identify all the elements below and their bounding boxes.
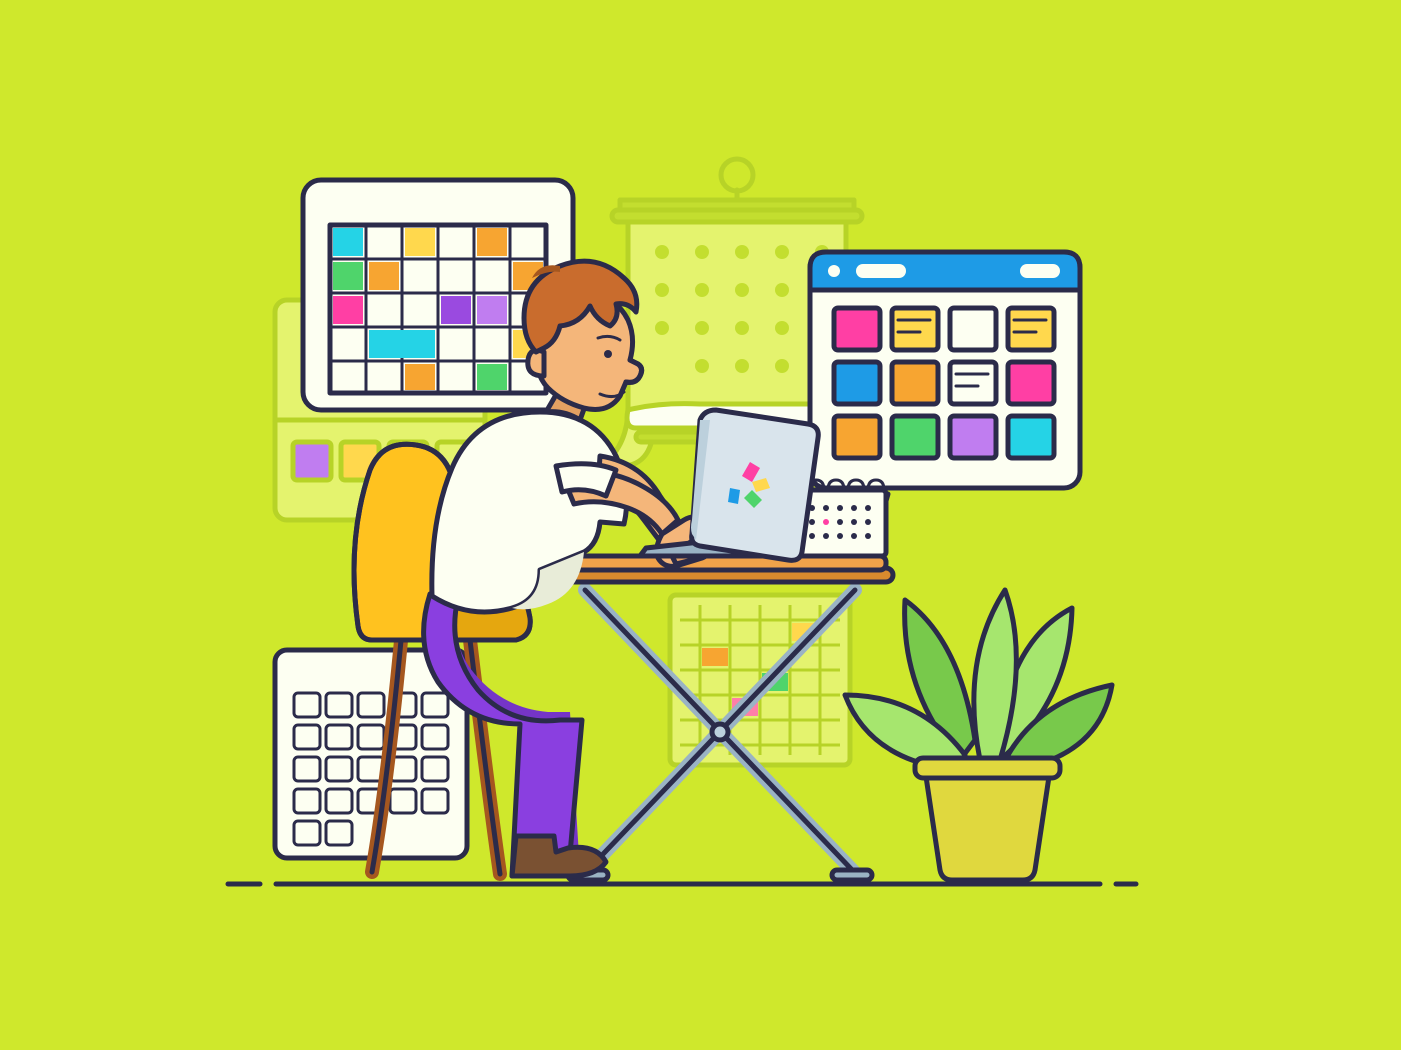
app-calendar-window-right — [810, 252, 1080, 488]
illustration-person-at-desk-calendars: .st { stroke:#2b2b4a; stroke-width:5; st… — [0, 0, 1401, 1050]
potted-plant — [845, 590, 1112, 880]
